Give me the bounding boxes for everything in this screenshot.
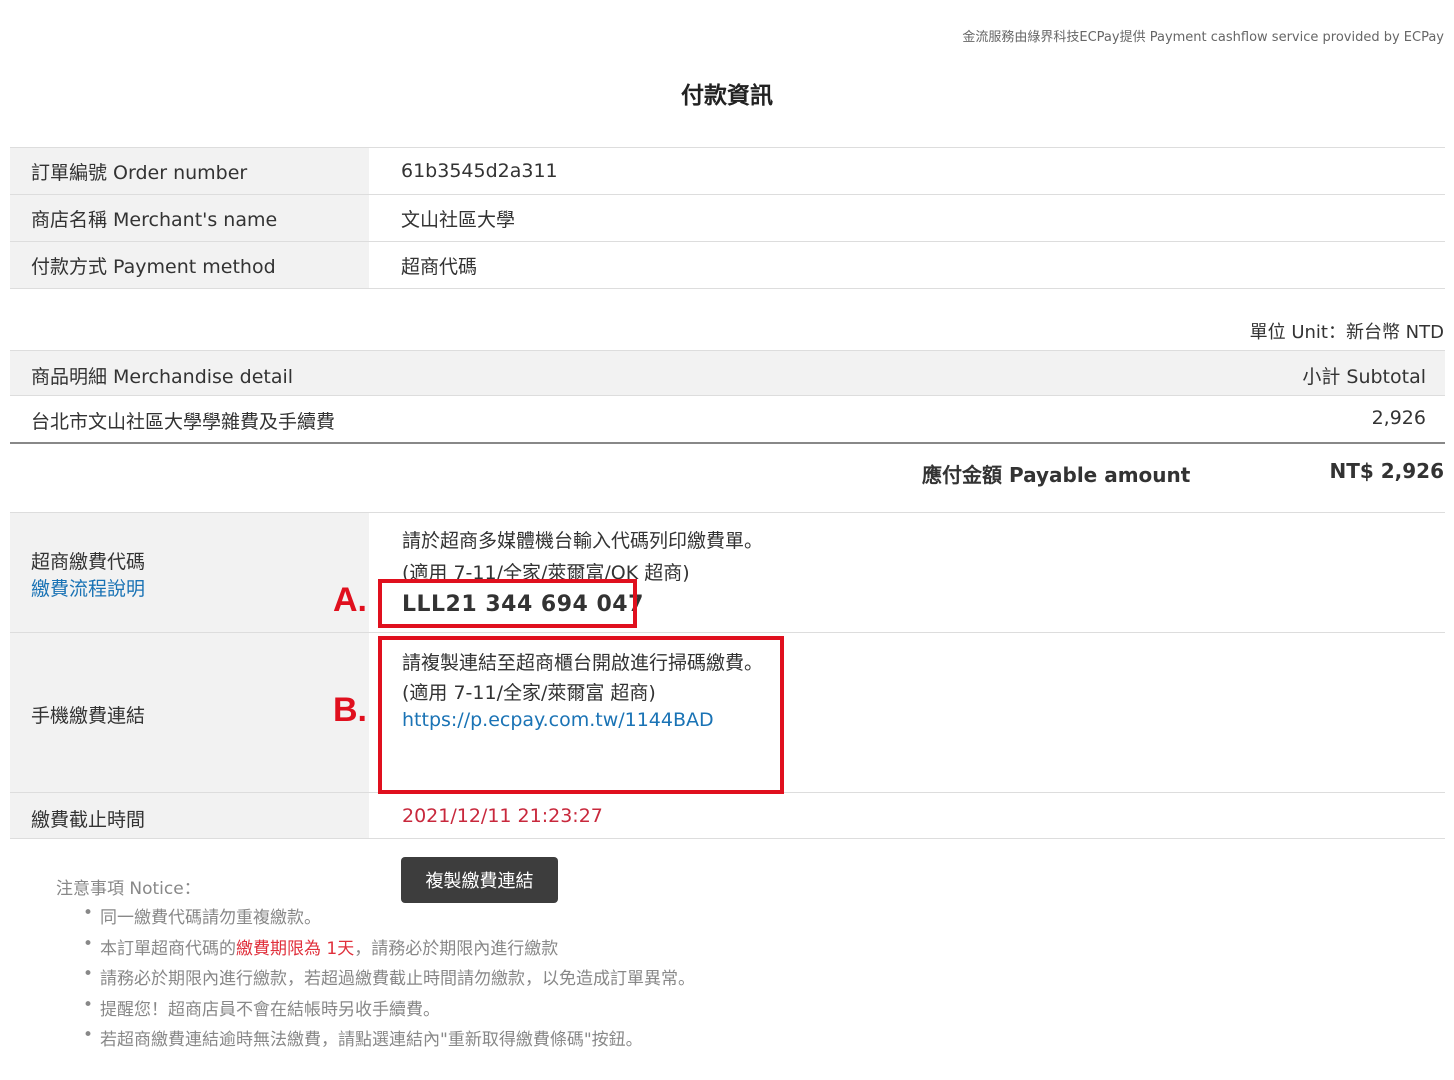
currency-unit: 單位 Unit：新台幣 NTD	[1249, 322, 1444, 343]
order-number-label: 訂單編號 Order number	[10, 147, 369, 195]
table-row: 商店名稱 Merchant's name 文山社區大學	[10, 194, 1445, 242]
merchandise-detail-header: 商品明細 Merchandise detail	[31, 366, 294, 388]
annotation-box-a	[378, 579, 637, 628]
page-title: 付款資訊	[681, 83, 773, 109]
row-label-cell: 繳費截止時間	[10, 793, 369, 838]
list-item: 提醒您！超商店員不會在結帳時另收手續費。	[83, 995, 695, 1026]
subtotal-header: 小計 Subtotal	[1302, 366, 1426, 388]
merchandise-item-amount: 2,926	[1371, 407, 1426, 429]
payment-code-label: 超商繳費代碼	[31, 551, 146, 573]
payment-method-label: 付款方式 Payment method	[10, 241, 369, 289]
list-item: 若超商繳費連結逾時無法繳費，請點選連結內"重新取得繳費條碼"按鈕。	[83, 1025, 695, 1056]
merchandise-row: 台北市文山社區大學學雜費及手續費 2,926	[10, 396, 1445, 444]
table-row: 訂單編號 Order number 61b3545d2a311	[10, 147, 1445, 195]
list-item: 請務必於期限內進行繳款，若超過繳費截止時間請勿繳款，以免造成訂單異常。	[83, 964, 695, 995]
merchant-name-value: 文山社區大學	[369, 194, 1445, 242]
notice-list: 同一繳費代碼請勿重複繳款。 本訂單超商代碼的繳費期限為 1天，請務必於期限內進行…	[56, 903, 695, 1056]
deadline-row: 繳費截止時間 2021/12/11 21:23:27	[10, 792, 1445, 839]
payment-code-instruction: 請於超商多媒體機台輸入代碼列印繳費單。	[402, 530, 764, 552]
notice-item-text: 本訂單超商代碼的	[100, 938, 236, 959]
merchandise-item-name: 台北市文山社區大學學雜費及手續費	[31, 411, 336, 433]
deadline-label: 繳費截止時間	[31, 809, 146, 831]
row-label-cell: 手機繳費連結	[10, 633, 369, 792]
annotation-label-a: A.	[333, 581, 367, 619]
order-info-table: 訂單編號 Order number 61b3545d2a311 商店名稱 Mer…	[10, 147, 1445, 289]
list-item: 同一繳費代碼請勿重複繳款。	[83, 903, 695, 934]
merchandise-header: 商品明細 Merchandise detail 小計 Subtotal	[10, 350, 1445, 396]
notice-item-text: ，請務必於期限內進行繳款	[354, 938, 559, 959]
payment-flow-link[interactable]: 繳費流程說明	[31, 574, 145, 601]
deadline-value: 2021/12/11 21:23:27	[402, 805, 603, 827]
payable-amount-value: NT$ 2,926	[1329, 459, 1444, 483]
notice-highlight: 繳費期限為 1天	[236, 938, 355, 959]
merchant-name-label: 商店名稱 Merchant's name	[10, 194, 369, 242]
annotation-box-b	[378, 636, 784, 794]
row-label-cell: 超商繳費代碼 繳費流程說明	[10, 513, 369, 632]
provider-notice: 金流服務由綠界科技ECPay提供 Payment cashflow servic…	[962, 30, 1444, 45]
payable-amount-label: 應付金額 Payable amount	[922, 463, 1191, 487]
order-number-value: 61b3545d2a311	[369, 147, 1445, 195]
mobile-link-label: 手機繳費連結	[31, 705, 146, 727]
payment-code-row: 超商繳費代碼 繳費流程說明 請於超商多媒體機台輸入代碼列印繳費單。 (適用 7-…	[10, 512, 1445, 632]
notice-title: 注意事項 Notice：	[56, 879, 201, 899]
annotation-label-b: B.	[333, 691, 367, 729]
list-item: 本訂單超商代碼的繳費期限為 1天，請務必於期限內進行繳款	[83, 934, 695, 965]
payment-method-value: 超商代碼	[369, 241, 1445, 289]
table-row: 付款方式 Payment method 超商代碼	[10, 241, 1445, 289]
copy-payment-link-button[interactable]: 複製繳費連結	[401, 857, 558, 903]
